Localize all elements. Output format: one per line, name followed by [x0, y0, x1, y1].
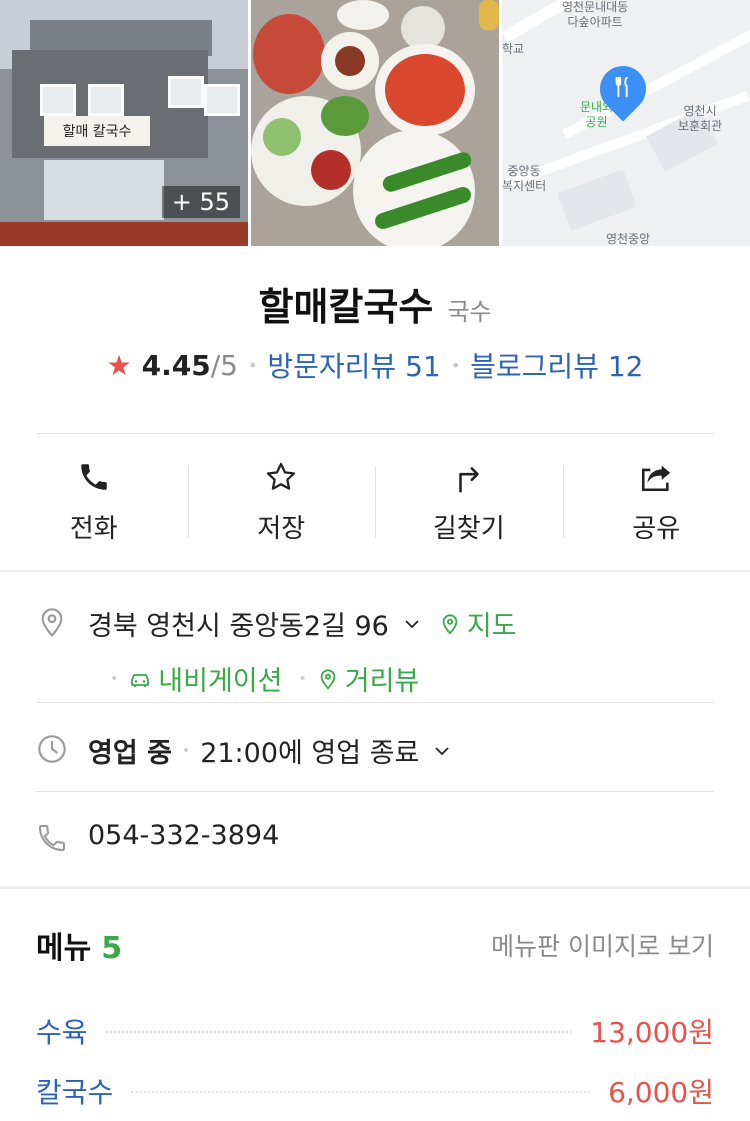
menu-item-price: 6,000원 [608, 1071, 714, 1111]
map-label: 영천문내대동 다숲아파트 [562, 0, 628, 30]
map-label: 중앙동 복지센터 [502, 164, 546, 194]
chevron-down-icon[interactable] [433, 742, 451, 760]
address-text: 경북 영천시 중앙동2길 96 [88, 604, 389, 643]
phone-row[interactable]: 054-332-3894 [0, 792, 750, 886]
rating-value: 4.45 [142, 349, 211, 382]
menu-item[interactable]: 수육 13,000원 [36, 1001, 714, 1061]
menu-section: 메뉴5 메뉴판 이미지로 보기 수육 13,000원 칼국수 6,000원 [0, 889, 750, 1121]
chevron-down-icon[interactable] [403, 615, 421, 633]
menu-item-price: 13,000원 [590, 1011, 714, 1051]
map-label: 영천중앙 [606, 232, 650, 246]
rating-max: /5 [211, 349, 238, 382]
call-button[interactable]: 전화 [0, 460, 188, 545]
hours-row[interactable]: 영업 중 • 21:00에 영업 종료 [0, 703, 750, 791]
save-button[interactable]: 저장 [188, 460, 376, 545]
closing-time: 21:00에 영업 종료 [200, 731, 419, 770]
food-photo[interactable] [251, 0, 499, 246]
star-icon [264, 460, 298, 494]
phone-outline-icon [36, 822, 68, 854]
share-icon [639, 460, 673, 494]
restaurant-icon [612, 76, 634, 98]
map-thumbnail[interactable]: 영천문내대동 다숲아파트 학교 문내외 공원 영천시 보훈회관 중앙동 복지센터… [502, 0, 750, 246]
menu-board-link[interactable]: 메뉴판 이미지로 보기 [491, 927, 714, 963]
map-link[interactable]: 지도 [439, 604, 517, 643]
visitor-reviews-link[interactable]: 방문자리뷰 51 [267, 345, 440, 385]
phone-icon [77, 460, 111, 494]
map-pin-icon [439, 613, 461, 635]
star-rating-icon: ★ [106, 349, 131, 382]
place-name: 할매칼국수 [259, 276, 434, 331]
place-category: 국수 [447, 292, 491, 327]
menu-count: 5 [101, 931, 122, 966]
more-photos-count[interactable]: + 55 [162, 186, 240, 218]
menu-title: 메뉴5 [36, 923, 122, 967]
photo-strip: 할매 칼국수 + 55 영천문내대동 다숲아파트 학교 문내외 공원 영천시 보… [0, 0, 750, 246]
map-label: 영천시 보훈회관 [678, 104, 722, 134]
place-header: 할매칼국수 국수 ★ 4.45/5 • 방문자리뷰 51 • 블로그리뷰 12 [0, 246, 750, 385]
storefront-photo[interactable]: 할매 칼국수 + 55 [0, 0, 248, 246]
navigation-link[interactable]: 내비게이션 [128, 659, 282, 698]
car-icon [128, 668, 152, 690]
street-view-icon [317, 668, 339, 690]
clock-icon [36, 733, 68, 765]
blog-reviews-link[interactable]: 블로그리뷰 12 [470, 345, 643, 385]
map-label: 학교 [502, 42, 524, 57]
location-icon [36, 606, 68, 638]
action-bar: 전화 저장 길찾기 공유 [0, 434, 750, 570]
directions-button[interactable]: 길찾기 [375, 460, 563, 545]
menu-item[interactable]: 칼국수 6,000원 [36, 1061, 714, 1121]
phone-number: 054-332-3894 [88, 820, 279, 851]
store-sign: 할매 칼국수 [44, 116, 150, 146]
address-row: 경북 영천시 중앙동2길 96 지도 • 내비게이션 • 거리뷰 [0, 572, 750, 682]
menu-item-name: 수육 [36, 1011, 88, 1051]
directions-icon [452, 460, 486, 494]
street-view-link[interactable]: 거리뷰 [317, 659, 420, 698]
business-status: 영업 중 [88, 731, 172, 770]
menu-item-name: 칼국수 [36, 1071, 113, 1111]
share-button[interactable]: 공유 [563, 460, 750, 545]
